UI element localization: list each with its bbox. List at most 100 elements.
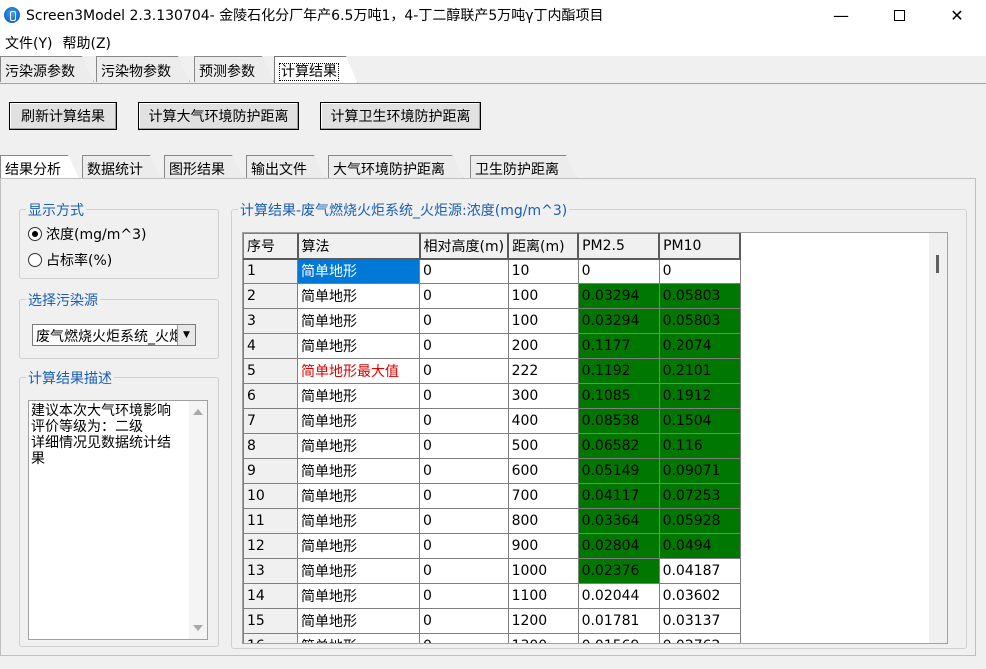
table-cell[interactable]: 100 bbox=[507, 283, 579, 309]
table-cell[interactable]: 0.05803 bbox=[658, 308, 741, 334]
minimize-button[interactable]: — bbox=[812, 0, 870, 30]
table-cell[interactable]: 900 bbox=[507, 533, 579, 559]
tab-output-file[interactable]: 输出文件 bbox=[246, 155, 326, 179]
table-cell[interactable]: 简单地形 bbox=[297, 308, 420, 334]
table-cell[interactable]: 400 bbox=[507, 408, 579, 434]
table-cell[interactable]: 8 bbox=[243, 433, 298, 459]
scroll-up-icon[interactable] bbox=[193, 409, 203, 415]
table-cell[interactable]: 0 bbox=[419, 333, 509, 359]
table-cell[interactable]: 0.09071 bbox=[658, 458, 741, 484]
table-cell[interactable]: 0 bbox=[419, 533, 509, 559]
table-cell[interactable]: 0 bbox=[419, 558, 509, 584]
table-cell[interactable]: 0.1504 bbox=[658, 408, 741, 434]
table-cell[interactable]: 3 bbox=[243, 308, 298, 334]
column-header[interactable]: 距离(m) bbox=[507, 233, 580, 260]
tab-health-distance[interactable]: 卫生防护距离 bbox=[470, 155, 578, 179]
table-cell[interactable]: 6 bbox=[243, 383, 298, 409]
tab-source-params[interactable]: 污染源参数 bbox=[0, 56, 94, 82]
radio-percentage[interactable]: 占标率(%) bbox=[28, 250, 112, 270]
table-cell[interactable]: 0.2074 bbox=[658, 333, 741, 359]
table-cell[interactable]: 0.1177 bbox=[577, 333, 660, 359]
table-cell[interactable]: 0 bbox=[419, 258, 509, 284]
menu-help[interactable]: 帮助(Z) bbox=[57, 33, 116, 53]
table-row[interactable]: 10 简单地形 0 700 0.04117 0.07253 bbox=[243, 483, 741, 509]
table-row[interactable]: 3 简单地形 0 100 0.03294 0.05803 bbox=[243, 308, 741, 334]
table-cell[interactable]: 13 bbox=[243, 558, 298, 584]
table-cell[interactable]: 0 bbox=[419, 583, 509, 609]
table-cell[interactable]: 0.03294 bbox=[577, 283, 660, 309]
table-cell[interactable]: 0.02376 bbox=[577, 558, 660, 584]
tab-atmos-distance[interactable]: 大气环境防护距离 bbox=[328, 155, 464, 179]
table-row[interactable]: 14 简单地形 0 1100 0.02044 0.03602 bbox=[243, 583, 741, 609]
table-cell[interactable]: 简单地形 bbox=[297, 283, 420, 309]
menu-file[interactable]: 文件(Y) bbox=[0, 33, 57, 53]
table-cell[interactable]: 简单地形 bbox=[297, 433, 420, 459]
table-cell[interactable]: 11 bbox=[243, 508, 298, 534]
table-cell[interactable]: 简单地形 bbox=[297, 483, 420, 509]
table-cell[interactable]: 简单地形 bbox=[297, 383, 420, 409]
table-cell[interactable]: 0 bbox=[419, 433, 509, 459]
table-cell[interactable]: 简单地形 bbox=[297, 408, 420, 434]
table-row[interactable]: 7 简单地形 0 400 0.08538 0.1504 bbox=[243, 408, 741, 434]
close-button[interactable]: ✕ bbox=[928, 0, 986, 30]
table-cell[interactable]: 简单地形 bbox=[297, 458, 420, 484]
table-row[interactable]: 15 简单地形 0 1200 0.01781 0.03137 bbox=[243, 608, 741, 634]
table-row[interactable]: 2 简单地形 0 100 0.03294 0.05803 bbox=[243, 283, 741, 309]
table-cell[interactable]: 0.1192 bbox=[577, 358, 660, 384]
table-cell[interactable]: 0.04117 bbox=[577, 483, 660, 509]
table-cell[interactable]: 0 bbox=[577, 258, 660, 284]
table-cell[interactable]: 0.03294 bbox=[577, 308, 660, 334]
health-distance-button[interactable]: 计算卫生环境防护距离 bbox=[320, 102, 481, 130]
table-cell[interactable]: 1200 bbox=[507, 608, 579, 634]
table-cell[interactable]: 0 bbox=[419, 458, 509, 484]
table-cell[interactable]: 0.01781 bbox=[577, 608, 660, 634]
table-cell[interactable]: 0.05803 bbox=[658, 283, 741, 309]
table-cell[interactable]: 4 bbox=[243, 333, 298, 359]
table-cell[interactable]: 简单地形 bbox=[297, 608, 420, 634]
tab-predict-params[interactable]: 预测参数 bbox=[194, 56, 274, 82]
table-cell[interactable]: 0 bbox=[419, 508, 509, 534]
table-cell[interactable]: 0 bbox=[419, 283, 509, 309]
table-cell[interactable]: 1000 bbox=[507, 558, 579, 584]
table-row[interactable]: 13 简单地形 0 1000 0.02376 0.04187 bbox=[243, 558, 741, 584]
tab-results[interactable]: 计算结果 bbox=[274, 56, 358, 84]
description-scrollbar[interactable] bbox=[189, 401, 207, 639]
table-cell[interactable]: 14 bbox=[243, 583, 298, 609]
table-cell[interactable]: 1100 bbox=[507, 583, 579, 609]
table-cell[interactable]: 0.06582 bbox=[577, 433, 660, 459]
table-cell[interactable]: 0.07253 bbox=[658, 483, 741, 509]
column-header[interactable]: 序号 bbox=[243, 233, 299, 260]
table-cell[interactable]: 2 bbox=[243, 283, 298, 309]
table-cell[interactable]: 0.05928 bbox=[658, 508, 741, 534]
description-textarea[interactable]: 建议本次大气环境影响 评价等级为：二级 详细情况见数据统计结 果 bbox=[28, 400, 208, 640]
table-cell[interactable]: 0.03364 bbox=[577, 508, 660, 534]
maximize-button[interactable] bbox=[870, 0, 928, 30]
table-cell[interactable]: 0.1085 bbox=[577, 383, 660, 409]
tab-graph-results[interactable]: 图形结果 bbox=[164, 155, 244, 179]
table-cell[interactable]: 500 bbox=[507, 433, 579, 459]
table-cell[interactable]: 300 bbox=[507, 383, 579, 409]
table-row[interactable]: 4 简单地形 0 200 0.1177 0.2074 bbox=[243, 333, 741, 359]
table-cell[interactable]: 简单地形 bbox=[297, 258, 420, 284]
table-cell[interactable]: 0 bbox=[419, 308, 509, 334]
table-cell[interactable]: 0 bbox=[419, 633, 509, 643]
table-row[interactable]: 11 简单地形 0 800 0.03364 0.05928 bbox=[243, 508, 741, 534]
table-cell[interactable]: 800 bbox=[507, 508, 579, 534]
table-cell[interactable]: 0.05149 bbox=[577, 458, 660, 484]
table-cell[interactable]: 0 bbox=[419, 408, 509, 434]
results-scrollbar[interactable] bbox=[929, 233, 947, 643]
source-select-dropdown[interactable]: 废气燃烧火炬系统_火炬源 ▼ bbox=[32, 324, 196, 346]
table-cell[interactable]: 简单地形 bbox=[297, 633, 420, 643]
table-cell[interactable]: 0 bbox=[658, 258, 741, 284]
atmos-distance-button[interactable]: 计算大气环境防护距离 bbox=[138, 102, 299, 130]
table-cell[interactable]: 0.04187 bbox=[658, 558, 741, 584]
column-header[interactable]: PM2.5 bbox=[577, 233, 661, 260]
table-cell[interactable]: 9 bbox=[243, 458, 298, 484]
tab-result-analysis[interactable]: 结果分析 bbox=[0, 155, 80, 180]
table-cell[interactable]: 0 bbox=[419, 383, 509, 409]
table-cell[interactable]: 0.0494 bbox=[658, 533, 741, 559]
table-cell[interactable]: 0.02762 bbox=[658, 633, 741, 643]
chevron-down-icon[interactable]: ▼ bbox=[177, 325, 195, 345]
results-grid[interactable]: 序号 算法 相对高度(m) 距离(m) PM2.5 PM10 1 简单地形 0 10 0 0 2 简单地… bbox=[242, 232, 948, 644]
table-cell[interactable]: 10 bbox=[243, 483, 298, 509]
